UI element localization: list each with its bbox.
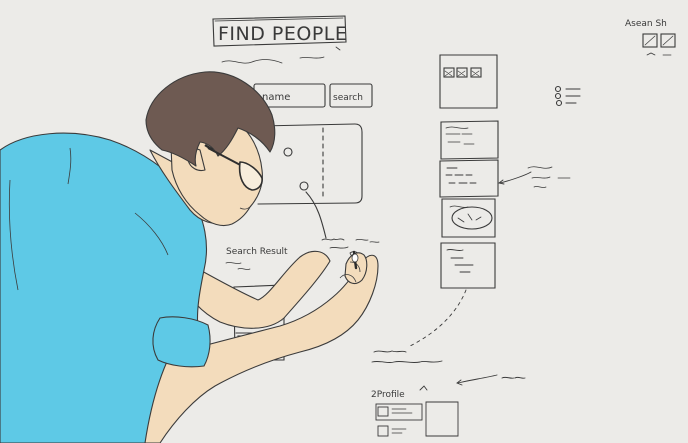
person-sleeve bbox=[152, 316, 211, 368]
name-box-label: name bbox=[262, 92, 290, 103]
top-right-sketch: Asean Sh bbox=[625, 19, 676, 56]
search-box-label: search bbox=[333, 93, 363, 103]
whiteboard-illustration: FIND PEOPLE name search Asean Sh Search … bbox=[0, 15, 676, 443]
list-icon-sketch bbox=[554, 85, 581, 107]
find-people-title-box: FIND PEOPLE bbox=[212, 15, 347, 64]
wireframe-column bbox=[439, 54, 571, 289]
find-people-title: FIND PEOPLE bbox=[218, 23, 347, 45]
search-form-sketch: name search bbox=[253, 83, 373, 108]
bottom-sketch: 2Profile bbox=[371, 350, 526, 437]
whiteboard-sketches: FIND PEOPLE name search Asean Sh Search … bbox=[212, 15, 676, 437]
top-right-label: Asean Sh bbox=[625, 19, 667, 29]
person bbox=[0, 71, 379, 443]
profile-label: 2Profile bbox=[371, 390, 405, 400]
search-result-label: Search Result bbox=[226, 247, 288, 257]
dashed-connector bbox=[409, 289, 467, 347]
